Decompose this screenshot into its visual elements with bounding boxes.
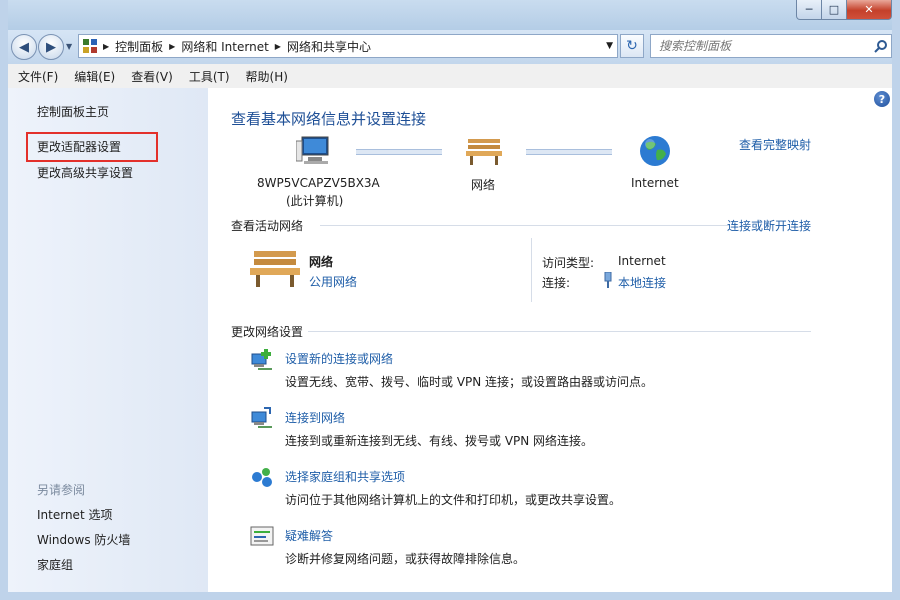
- connect-network-icon[interactable]: [250, 406, 274, 430]
- task-homegroup-link[interactable]: 选择家庭组和共享选项: [285, 468, 405, 485]
- close-icon: ✕: [864, 3, 874, 16]
- divider: [308, 331, 811, 332]
- see-also-heading: 另请参阅: [37, 483, 86, 497]
- help-icon[interactable]: ?: [874, 91, 890, 107]
- ethernet-icon: [604, 272, 612, 288]
- task-setup-connection-link[interactable]: 设置新的连接或网络: [285, 350, 393, 367]
- menu-edit[interactable]: 编辑(E): [66, 68, 123, 85]
- task-homegroup-desc: 访问位于其他网络计算机上的文件和打印机，或更改共享设置。: [285, 493, 622, 507]
- homegroup-icon[interactable]: [250, 465, 274, 489]
- address-bar[interactable]: ▶ 控制面板 ▶ 网络和 Internet ▶ 网络和共享中心 ▼: [78, 34, 618, 58]
- sidebar-item-windows-firewall[interactable]: Windows 防火墙: [37, 531, 130, 548]
- task-setup-connection-desc: 设置无线、宽带、拨号、临时或 VPN 连接；或设置路由器或访问点。: [285, 375, 654, 389]
- minimize-icon: ─: [805, 3, 813, 16]
- menu-tools[interactable]: 工具(T): [181, 68, 238, 85]
- sidebar-item-homegroup[interactable]: 家庭组: [37, 556, 73, 573]
- breadcrumb-network-internet[interactable]: 网络和 Internet: [181, 38, 268, 55]
- network-node-label: 网络: [471, 178, 496, 192]
- back-button[interactable]: ◀: [11, 34, 37, 60]
- connection-line: [526, 149, 612, 155]
- computer-icon[interactable]: [296, 135, 332, 167]
- search-input[interactable]: [657, 38, 866, 54]
- troubleshoot-icon[interactable]: [250, 524, 274, 548]
- menu-view[interactable]: 查看(V): [123, 68, 181, 85]
- menu-file[interactable]: 文件(F): [10, 68, 66, 85]
- access-type-value: Internet: [618, 254, 666, 268]
- breadcrumb-separator-icon[interactable]: ▶: [275, 42, 281, 51]
- view-full-map-link[interactable]: 查看完整映射: [739, 136, 811, 153]
- divider: [531, 238, 532, 302]
- search-icon[interactable]: [874, 39, 888, 53]
- menu-bar: 文件(F) 编辑(E) 查看(V) 工具(T) 帮助(H): [0, 64, 900, 89]
- search-box[interactable]: [650, 34, 892, 58]
- local-connection-link[interactable]: 本地连接: [618, 274, 666, 291]
- breadcrumb-network-sharing-center[interactable]: 网络和共享中心: [287, 38, 371, 55]
- computer-name: 8WP5VCAPZV5BX3A: [257, 176, 380, 190]
- maximize-icon: □: [828, 3, 840, 16]
- address-dropdown-icon[interactable]: ▼: [606, 41, 613, 51]
- connect-disconnect-link[interactable]: 连接或断开连接: [727, 217, 811, 234]
- computer-subtitle: (此计算机): [286, 194, 344, 208]
- navigation-bar: ◀ ▶ ▼ ▶ 控制面板 ▶ 网络和 Internet ▶ 网络和共享中心 ▼ …: [0, 30, 900, 64]
- window-controls: ─ □ ✕: [796, 0, 892, 20]
- active-network-name: 网络: [309, 255, 334, 269]
- active-networks-heading: 查看活动网络: [231, 219, 304, 233]
- breadcrumb-separator-icon[interactable]: ▶: [169, 42, 175, 51]
- arrow-left-icon: ◀: [19, 39, 29, 55]
- title-bar: ─ □ ✕: [0, 0, 900, 30]
- ghost-taskbar-item: [18, 6, 48, 22]
- internet-node-label: Internet: [631, 176, 679, 190]
- sidebar-item-control-panel-home[interactable]: 控制面板主页: [37, 103, 109, 120]
- breadcrumb-separator-icon[interactable]: ▶: [103, 42, 109, 51]
- globe-icon[interactable]: [638, 134, 672, 168]
- menu-help[interactable]: 帮助(H): [238, 68, 296, 85]
- sidebar-item-internet-options[interactable]: Internet 选项: [37, 506, 112, 523]
- page-title: 查看基本网络信息并设置连接: [231, 110, 427, 128]
- sidebar: 控制面板主页 更改适配器设置 更改高级共享设置 另请参阅 Internet 选项…: [8, 88, 208, 592]
- access-type-label: 访问类型:: [542, 256, 595, 270]
- divider: [320, 225, 730, 226]
- connection-line: [356, 149, 442, 155]
- connection-label: 连接:: [542, 276, 571, 290]
- maximize-button[interactable]: □: [822, 0, 847, 20]
- task-connect-network-desc: 连接到或重新连接到无线、有线、拨号或 VPN 网络连接。: [285, 434, 594, 448]
- refresh-button[interactable]: ↻: [620, 34, 644, 58]
- arrow-right-icon: ▶: [46, 39, 56, 55]
- change-settings-heading: 更改网络设置: [231, 325, 304, 339]
- breadcrumb-control-panel[interactable]: 控制面板: [115, 38, 163, 55]
- close-button[interactable]: ✕: [847, 0, 892, 20]
- task-troubleshoot-link[interactable]: 疑难解答: [285, 527, 333, 544]
- refresh-icon: ↻: [626, 38, 638, 54]
- minimize-button[interactable]: ─: [796, 0, 822, 20]
- sidebar-item-advanced-sharing[interactable]: 更改高级共享设置: [37, 164, 133, 181]
- network-type-link[interactable]: 公用网络: [309, 273, 357, 290]
- bench-icon[interactable]: [466, 136, 502, 166]
- forward-button[interactable]: ▶: [38, 34, 64, 60]
- sidebar-item-adapter-settings[interactable]: 更改适配器设置: [37, 138, 121, 155]
- bench-icon: [250, 251, 300, 287]
- control-panel-icon: [83, 39, 97, 53]
- main-content: ? 查看基本网络信息并设置连接 查看完整映射 8WP5VCAPZV5BX3A (…: [208, 88, 892, 592]
- recent-pages-dropdown-icon[interactable]: ▼: [66, 42, 72, 51]
- task-connect-network-link[interactable]: 连接到网络: [285, 409, 345, 426]
- new-connection-icon[interactable]: [250, 348, 274, 372]
- task-troubleshoot-desc: 诊断并修复网络问题，或获得故障排除信息。: [285, 552, 526, 566]
